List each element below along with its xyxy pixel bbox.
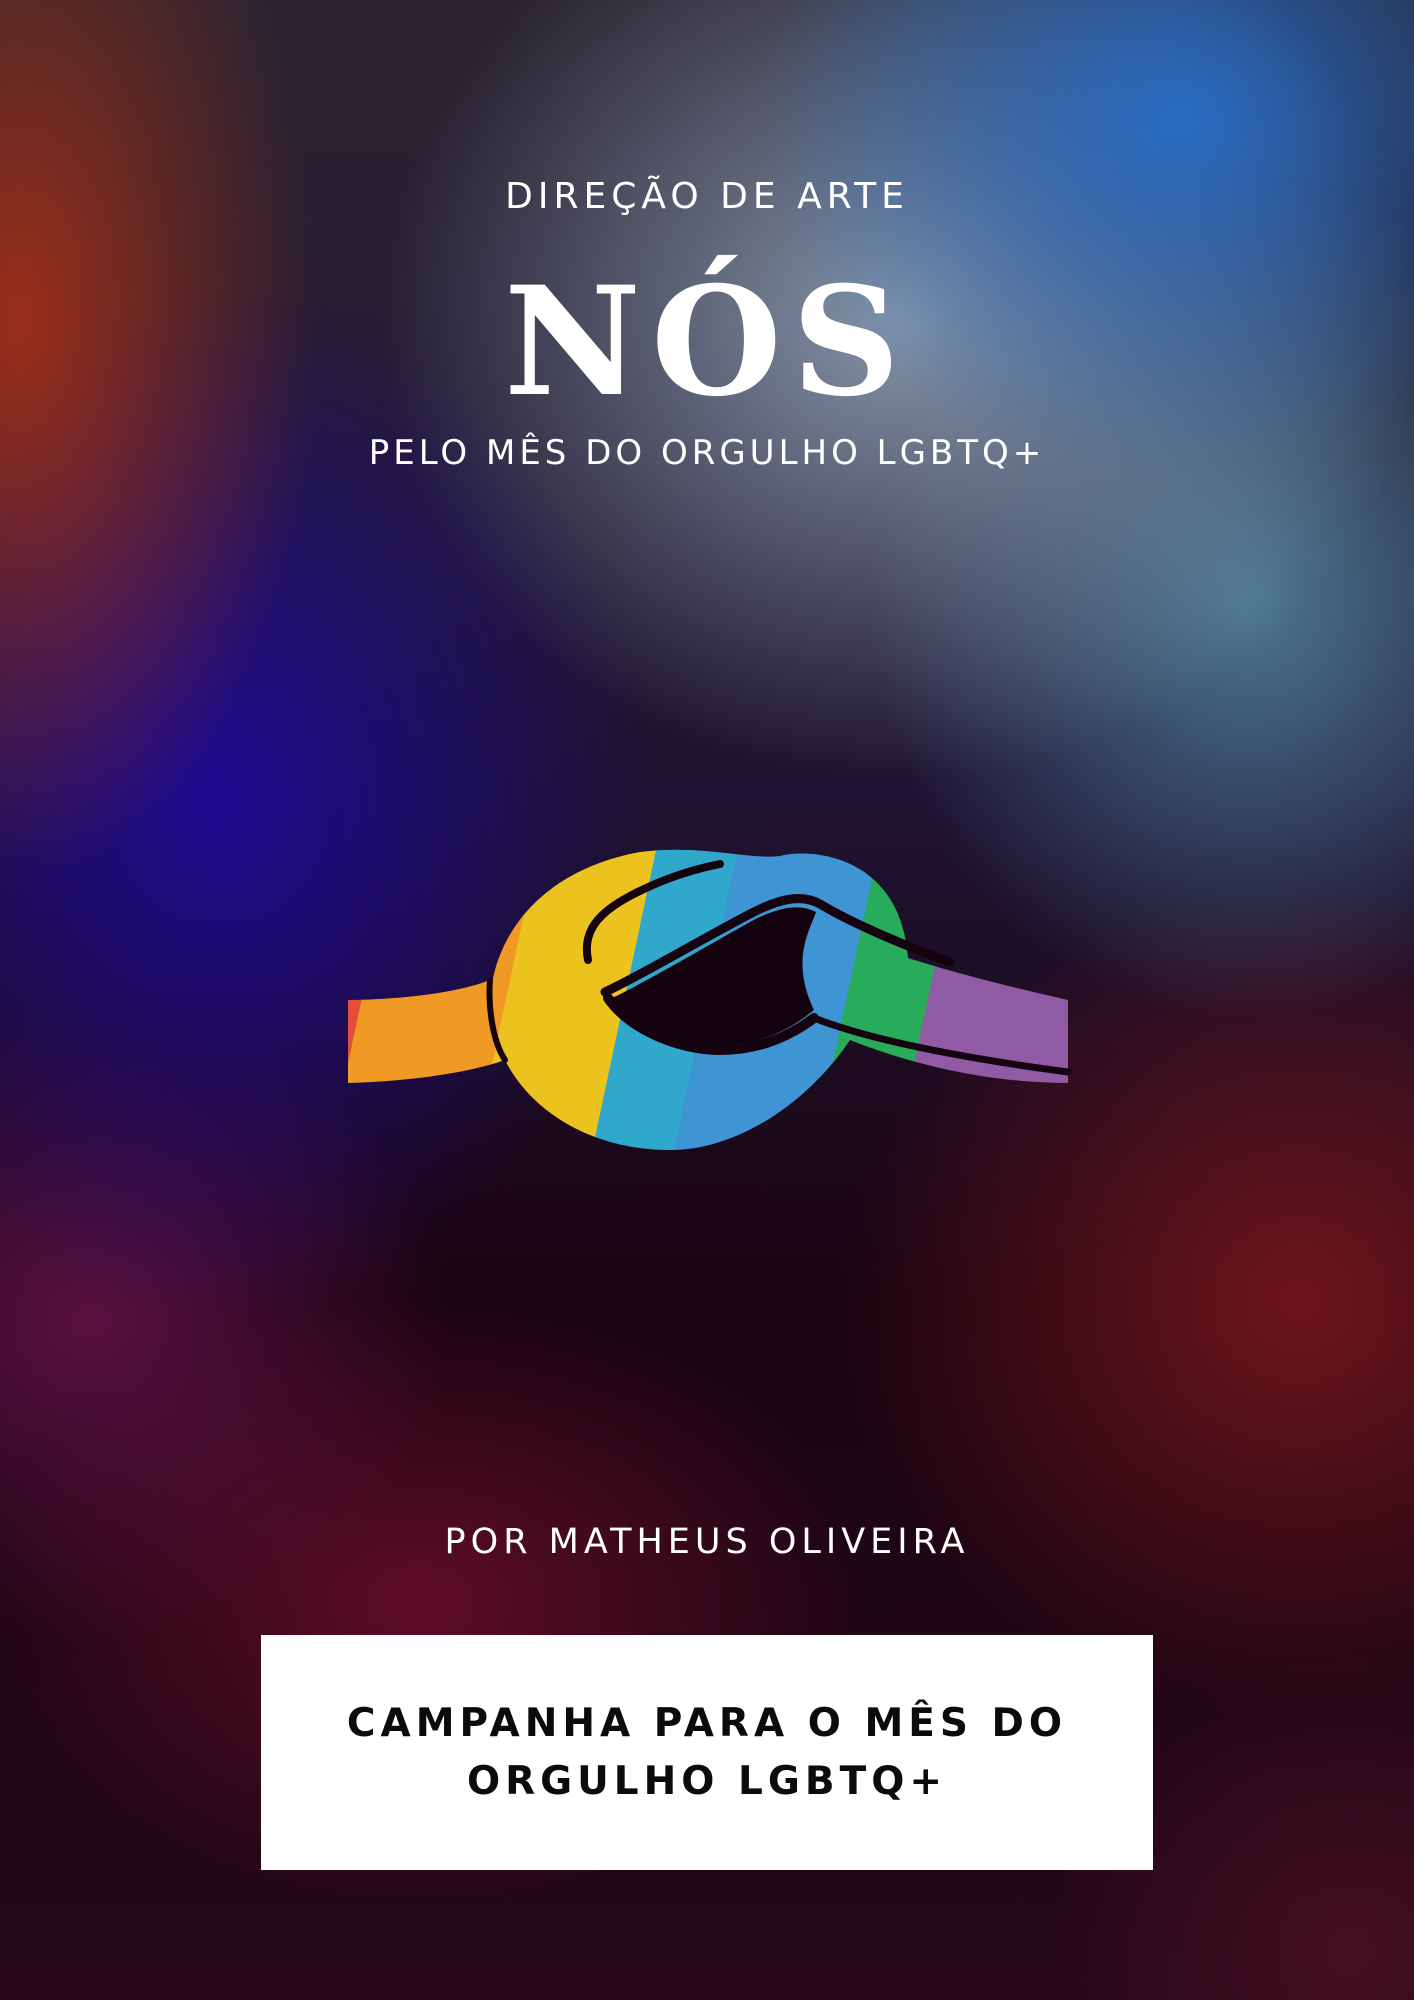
campaign-text: CAMPANHA PARA O MÊS DO ORGULHO LGBTQ+ bbox=[346, 1700, 1068, 1804]
campaign-banner: CAMPANHA PARA O MÊS DO ORGULHO LGBTQ+ bbox=[261, 1635, 1153, 1870]
kicker-text: DIREÇÃO DE ARTE bbox=[505, 176, 909, 217]
poster: DIREÇÃO DE ARTE NÓS PELO MÊS DO ORGULHO … bbox=[0, 0, 1414, 2000]
author-credit: POR MATHEUS OLIVEIRA bbox=[444, 1522, 970, 1562]
poster-title: NÓS bbox=[503, 254, 911, 430]
rainbow-knot-icon bbox=[348, 849, 1072, 1150]
poster-subtitle: PELO MÊS DO ORGULHO LGBTQ+ bbox=[368, 433, 1046, 473]
